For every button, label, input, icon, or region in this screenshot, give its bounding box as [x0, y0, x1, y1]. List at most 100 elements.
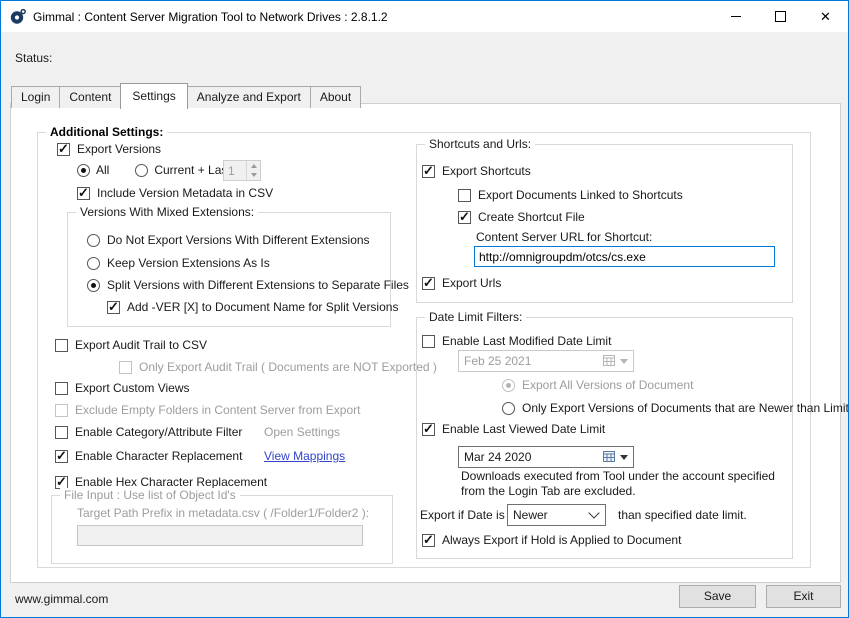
- split-versions-radio[interactable]: [87, 279, 100, 292]
- character-replacement-checkbox[interactable]: [55, 450, 68, 463]
- hex-character-replacement-label: Enable Hex Character Replacement: [75, 475, 267, 489]
- split-versions-label: Split Versions with Different Extensions…: [107, 278, 409, 292]
- do-not-export-radio[interactable]: [87, 234, 100, 247]
- enable-last-viewed-checkbox[interactable]: [422, 423, 435, 436]
- downloads-note-line2: from the Login Tab are excluded.: [461, 484, 636, 498]
- exclude-empty-folders-checkbox: [55, 404, 68, 417]
- enable-last-modified-label: Enable Last Modified Date Limit: [442, 334, 611, 348]
- additional-settings-title: Additional Settings:: [46, 125, 167, 139]
- date-comparison-value: Newer: [513, 508, 548, 522]
- date-limit-filters-title: Date Limit Filters:: [425, 310, 526, 324]
- include-version-metadata-label: Include Version Metadata in CSV: [97, 186, 273, 200]
- exclude-empty-folders-label: Exclude Empty Folders in Content Server …: [75, 403, 360, 417]
- category-attribute-filter-checkbox[interactable]: [55, 426, 68, 439]
- current-plus-last-label: Current + Last: [154, 163, 230, 177]
- maximize-icon: [775, 11, 786, 22]
- downloads-note-line1: Downloads executed from Tool under the a…: [461, 469, 775, 483]
- version-count-spinner: 1: [223, 160, 261, 181]
- keep-extensions-label: Keep Version Extensions As Is: [107, 256, 270, 270]
- shortcuts-and-urls-title: Shortcuts and Urls:: [425, 137, 535, 151]
- versions-all-label: All: [96, 163, 109, 177]
- target-path-prefix-label: Target Path Prefix in metadata.csv ( /Fo…: [77, 506, 369, 520]
- date-comparison-select[interactable]: Newer: [507, 504, 606, 526]
- tab-analyze-and-export[interactable]: Analyze and Export: [187, 86, 311, 108]
- export-documents-linked-label: Export Documents Linked to Shortcuts: [478, 188, 683, 202]
- versions-all-radio[interactable]: [77, 164, 90, 177]
- last-viewed-date-picker[interactable]: Mar 24 2020: [458, 446, 634, 468]
- export-versions-checkbox[interactable]: [57, 143, 70, 156]
- export-custom-views-label: Export Custom Views: [75, 381, 190, 395]
- minimize-icon: [731, 16, 741, 17]
- status-row: Status:: [15, 49, 52, 67]
- export-shortcuts-checkbox[interactable]: [422, 165, 435, 178]
- export-audit-trail-label: Export Audit Trail to CSV: [75, 338, 207, 352]
- keep-extensions-radio[interactable]: [87, 257, 100, 270]
- create-shortcut-file-label: Create Shortcut File: [478, 210, 585, 224]
- mixed-extensions-title: Versions With Mixed Extensions:: [76, 205, 258, 219]
- only-export-audit-checkbox: [119, 361, 132, 374]
- minimize-button[interactable]: [713, 1, 758, 32]
- dropdown-arrow-icon: [620, 455, 628, 460]
- close-icon: ✕: [820, 10, 831, 23]
- last-viewed-date-value: Mar 24 2020: [464, 450, 603, 464]
- export-shortcuts-label: Export Shortcuts: [442, 164, 531, 178]
- version-count-value: 1: [224, 161, 246, 180]
- app-window: Gimmal : Content Server Migration Tool t…: [0, 0, 849, 618]
- hex-character-replacement-checkbox[interactable]: [55, 476, 68, 489]
- exit-button[interactable]: Exit: [766, 585, 841, 608]
- window-title: Gimmal : Content Server Migration Tool t…: [33, 10, 388, 24]
- status-label: Status:: [15, 51, 52, 65]
- export-documents-linked-checkbox[interactable]: [458, 189, 471, 202]
- add-ver-label: Add -VER [X] to Document Name for Split …: [127, 300, 398, 314]
- export-versions-label: Export Versions: [77, 142, 161, 156]
- always-export-hold-label: Always Export if Hold is Applied to Docu…: [442, 533, 681, 547]
- calendar-icon: [603, 355, 616, 367]
- only-export-audit-label: Only Export Audit Trail ( Documents are …: [139, 360, 437, 374]
- export-urls-label: Export Urls: [442, 276, 501, 290]
- open-settings-link: Open Settings: [264, 425, 340, 439]
- only-newer-versions-label: Only Export Versions of Documents that a…: [522, 401, 849, 415]
- add-ver-checkbox[interactable]: [107, 301, 120, 314]
- category-attribute-filter-label: Enable Category/Attribute Filter: [75, 425, 242, 439]
- tab-content[interactable]: Content: [59, 86, 121, 108]
- content-server-url-label: Content Server URL for Shortcut:: [476, 230, 652, 244]
- tab-about[interactable]: About: [310, 86, 361, 108]
- export-all-versions-label: Export All Versions of Document: [522, 378, 693, 392]
- include-version-metadata-checkbox[interactable]: [77, 187, 90, 200]
- chevron-down-icon: [588, 507, 599, 518]
- target-path-prefix-input: [77, 525, 363, 546]
- last-modified-date-value: Feb 25 2021: [464, 354, 603, 368]
- only-newer-versions-radio[interactable]: [502, 402, 515, 415]
- tab-login[interactable]: Login: [11, 86, 60, 108]
- always-export-hold-checkbox[interactable]: [422, 534, 435, 547]
- do-not-export-label: Do Not Export Versions With Different Ex…: [107, 233, 370, 247]
- last-modified-date-picker: Feb 25 2021: [458, 350, 634, 372]
- export-audit-trail-checkbox[interactable]: [55, 339, 68, 352]
- export-custom-views-checkbox[interactable]: [55, 382, 68, 395]
- website-label: www.gimmal.com: [15, 592, 108, 606]
- maximize-button[interactable]: [758, 1, 803, 32]
- close-button[interactable]: ✕: [803, 1, 848, 32]
- spinner-down-button[interactable]: [247, 171, 260, 181]
- enable-last-modified-checkbox[interactable]: [422, 335, 435, 348]
- export-all-versions-radio: [502, 379, 515, 392]
- file-input-title: File Input : Use list of Object Id's: [60, 488, 240, 502]
- create-shortcut-file-checkbox[interactable]: [458, 211, 471, 224]
- view-mappings-link[interactable]: View Mappings: [264, 449, 345, 463]
- gimmal-logo-icon: [9, 8, 27, 26]
- export-urls-checkbox[interactable]: [422, 277, 435, 290]
- titlebar: Gimmal : Content Server Migration Tool t…: [1, 1, 848, 32]
- export-if-date-label: Export if Date is: [420, 508, 505, 522]
- current-plus-last-radio[interactable]: [135, 164, 148, 177]
- down-arrow-icon: [251, 173, 257, 177]
- content-server-url-input[interactable]: [474, 246, 775, 267]
- up-arrow-icon: [251, 164, 257, 168]
- save-button[interactable]: Save: [679, 585, 756, 608]
- tab-strip: Login Content Settings Analyze and Expor…: [11, 83, 360, 108]
- character-replacement-label: Enable Character Replacement: [75, 449, 242, 463]
- than-specified-label: than specified date limit.: [618, 508, 747, 522]
- spinner-up-button[interactable]: [247, 161, 260, 171]
- calendar-icon: [603, 451, 616, 463]
- tab-settings[interactable]: Settings: [120, 83, 187, 109]
- enable-last-viewed-label: Enable Last Viewed Date Limit: [442, 422, 605, 436]
